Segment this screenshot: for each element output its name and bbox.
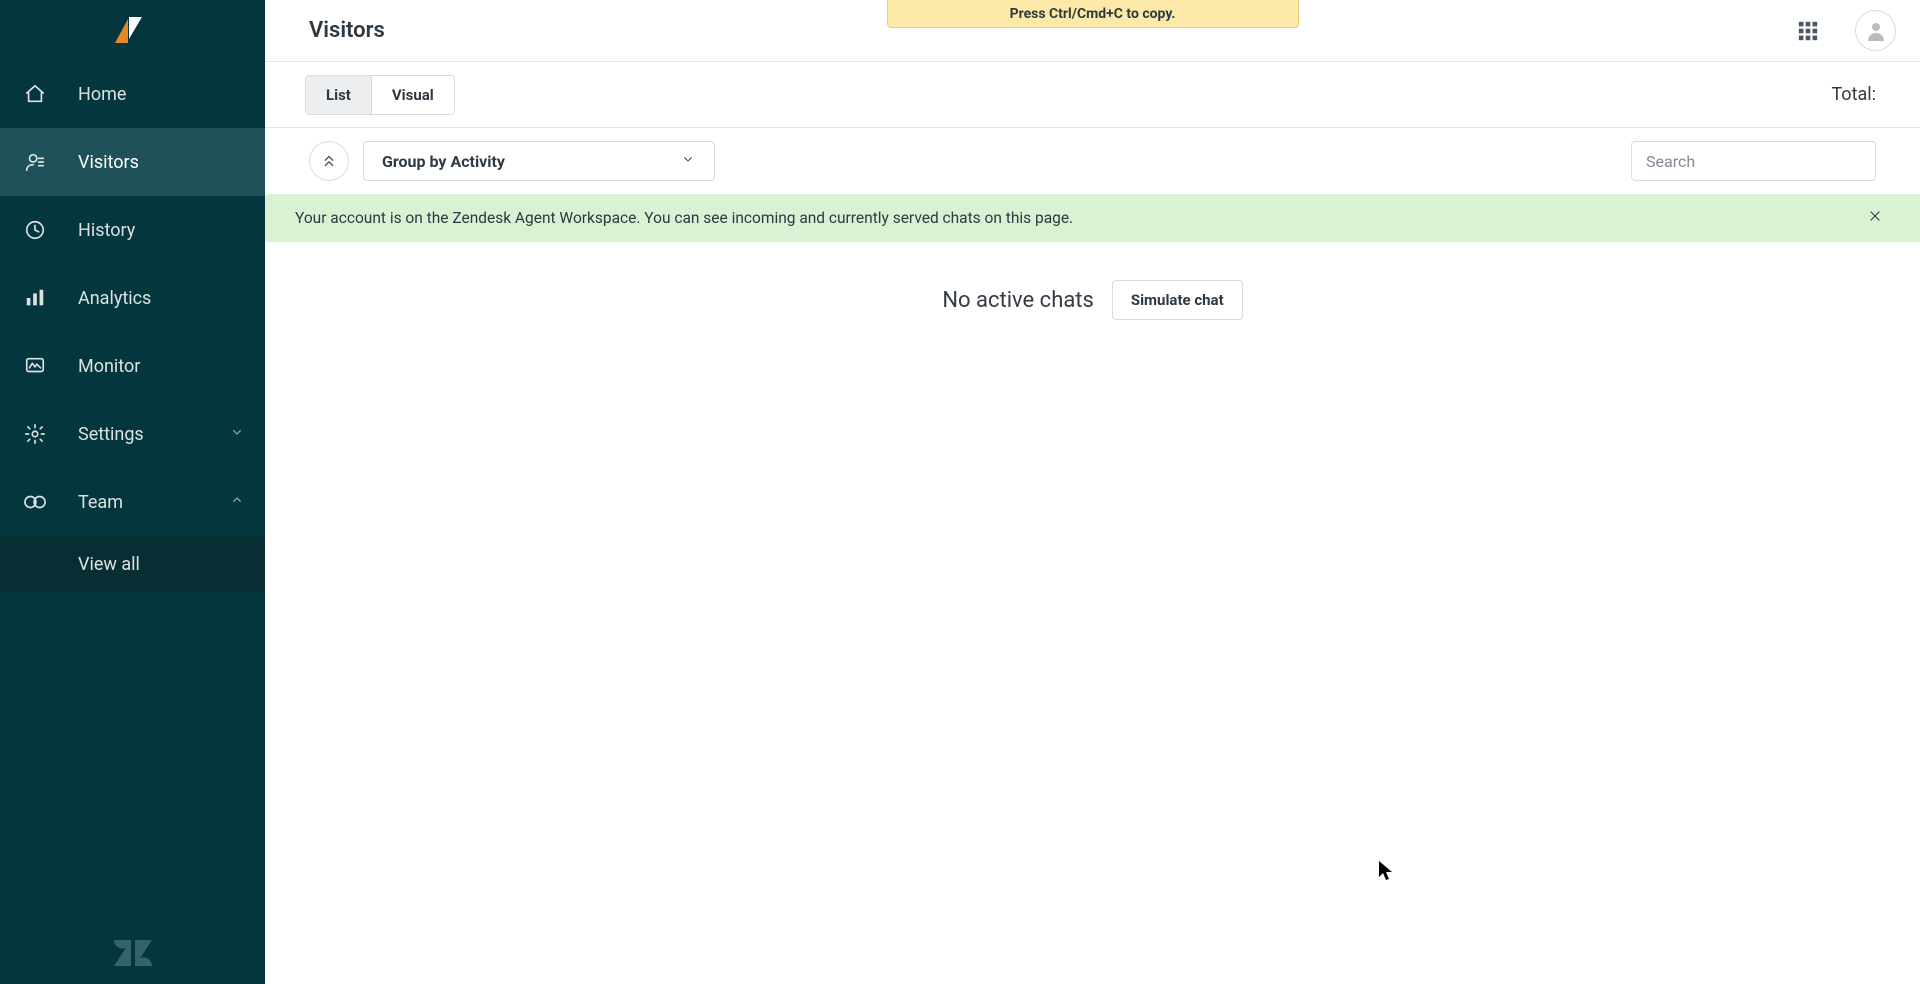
sidebar-item-home[interactable]: Home	[0, 60, 265, 128]
workspace-info-text: Your account is on the Zendesk Agent Wor…	[295, 209, 1073, 227]
sidebar-item-settings[interactable]: Settings	[0, 400, 265, 468]
sidebar-footer	[0, 928, 265, 984]
brand-logo[interactable]	[110, 15, 146, 45]
apps-grid-icon[interactable]	[1797, 20, 1819, 42]
team-subitem-view-all[interactable]: View all	[0, 536, 265, 592]
view-tabs-row: List Visual Total:	[265, 62, 1920, 128]
visitors-icon	[20, 151, 50, 173]
chevron-down-icon	[229, 424, 245, 445]
main-area: Visitors Press Ctrl/Cmd+C to copy. List	[265, 0, 1920, 984]
empty-state-message: No active chats	[942, 288, 1094, 313]
empty-state: No active chats Simulate chat	[265, 280, 1920, 320]
collapse-all-button[interactable]	[309, 141, 349, 181]
group-by-select[interactable]: Group by Activity	[363, 141, 715, 181]
sidebar-item-label: Analytics	[78, 288, 151, 309]
topbar: Visitors Press Ctrl/Cmd+C to copy.	[265, 0, 1920, 62]
avatar[interactable]	[1855, 10, 1896, 51]
sidebar-item-label: Settings	[78, 424, 144, 445]
sidebar-item-label: Visitors	[78, 152, 139, 173]
history-icon	[20, 219, 50, 241]
sidebar-item-analytics[interactable]: Analytics	[0, 264, 265, 332]
copy-hint-banner: Press Ctrl/Cmd+C to copy.	[887, 0, 1299, 28]
search-field-wrapper[interactable]	[1631, 141, 1876, 181]
group-filter-row: Group by Activity	[265, 128, 1920, 194]
close-icon[interactable]	[1860, 201, 1890, 235]
sidebar: Home Visitors History Analytics Monitor	[0, 0, 265, 984]
sidebar-header	[0, 0, 265, 60]
group-by-selected-label: Group by Activity	[382, 152, 505, 171]
sidebar-nav: Home Visitors History Analytics Monitor	[0, 60, 265, 928]
sidebar-subitem-label: View all	[78, 554, 140, 575]
sidebar-item-team[interactable]: Team	[0, 468, 265, 536]
sidebar-item-visitors[interactable]: Visitors	[0, 128, 265, 196]
chevron-up-icon	[229, 492, 245, 513]
topbar-right	[1797, 10, 1896, 51]
tab-list[interactable]: List	[306, 76, 371, 114]
sidebar-item-monitor[interactable]: Monitor	[0, 332, 265, 400]
sidebar-item-label: Monitor	[78, 356, 140, 377]
copy-hint-text: Press Ctrl/Cmd+C to copy.	[1010, 6, 1176, 22]
workspace-info-banner: Your account is on the Zendesk Agent Wor…	[265, 194, 1920, 242]
analytics-icon	[20, 287, 50, 309]
search-input[interactable]	[1646, 152, 1861, 171]
monitor-icon	[20, 355, 50, 377]
page-title: Visitors	[309, 18, 385, 43]
total-count-label: Total:	[1831, 84, 1876, 105]
sidebar-item-label: Home	[78, 84, 126, 105]
zendesk-logo-icon[interactable]	[114, 940, 152, 972]
sidebar-item-history[interactable]: History	[0, 196, 265, 264]
team-submenu: View all	[0, 536, 265, 592]
sidebar-item-label: History	[78, 220, 135, 241]
view-mode-segmented-control: List Visual	[305, 75, 455, 115]
chevron-down-icon	[680, 151, 696, 171]
settings-icon	[20, 423, 50, 445]
tab-visual[interactable]: Visual	[371, 76, 454, 114]
home-icon	[20, 83, 50, 105]
team-icon	[20, 491, 50, 513]
sidebar-item-label: Team	[78, 492, 123, 513]
simulate-chat-button[interactable]: Simulate chat	[1112, 280, 1243, 320]
